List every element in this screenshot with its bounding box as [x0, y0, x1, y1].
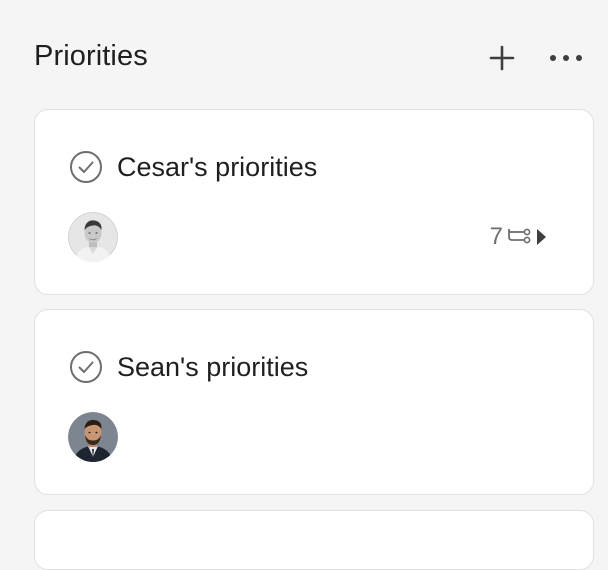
- priority-card[interactable]: [34, 510, 594, 570]
- priority-card[interactable]: Sean's priorities: [34, 309, 594, 495]
- priority-card[interactable]: Cesar's priorities 7: [34, 109, 594, 295]
- avatar[interactable]: [68, 412, 118, 462]
- avatar-image: [68, 212, 118, 262]
- add-priority-button[interactable]: [482, 38, 522, 78]
- check-circle-icon[interactable]: [69, 350, 103, 384]
- more-options-button[interactable]: [546, 38, 586, 78]
- subtasks-toggle[interactable]: 7: [490, 222, 547, 252]
- priorities-header: Priorities: [34, 36, 594, 82]
- plus-icon: [489, 45, 515, 71]
- caret-right-icon: [537, 229, 546, 245]
- avatar[interactable]: [68, 212, 118, 262]
- avatar-image: [68, 412, 118, 462]
- check-circle-icon[interactable]: [69, 150, 103, 184]
- section-title: Priorities: [34, 40, 148, 72]
- priority-card-title[interactable]: Cesar's priorities: [117, 150, 317, 184]
- subtask-count: 7: [489, 223, 503, 250]
- ellipsis-icon: [550, 55, 582, 61]
- subtask-icon: [508, 228, 531, 244]
- priority-card-title[interactable]: Sean's priorities: [117, 350, 308, 384]
